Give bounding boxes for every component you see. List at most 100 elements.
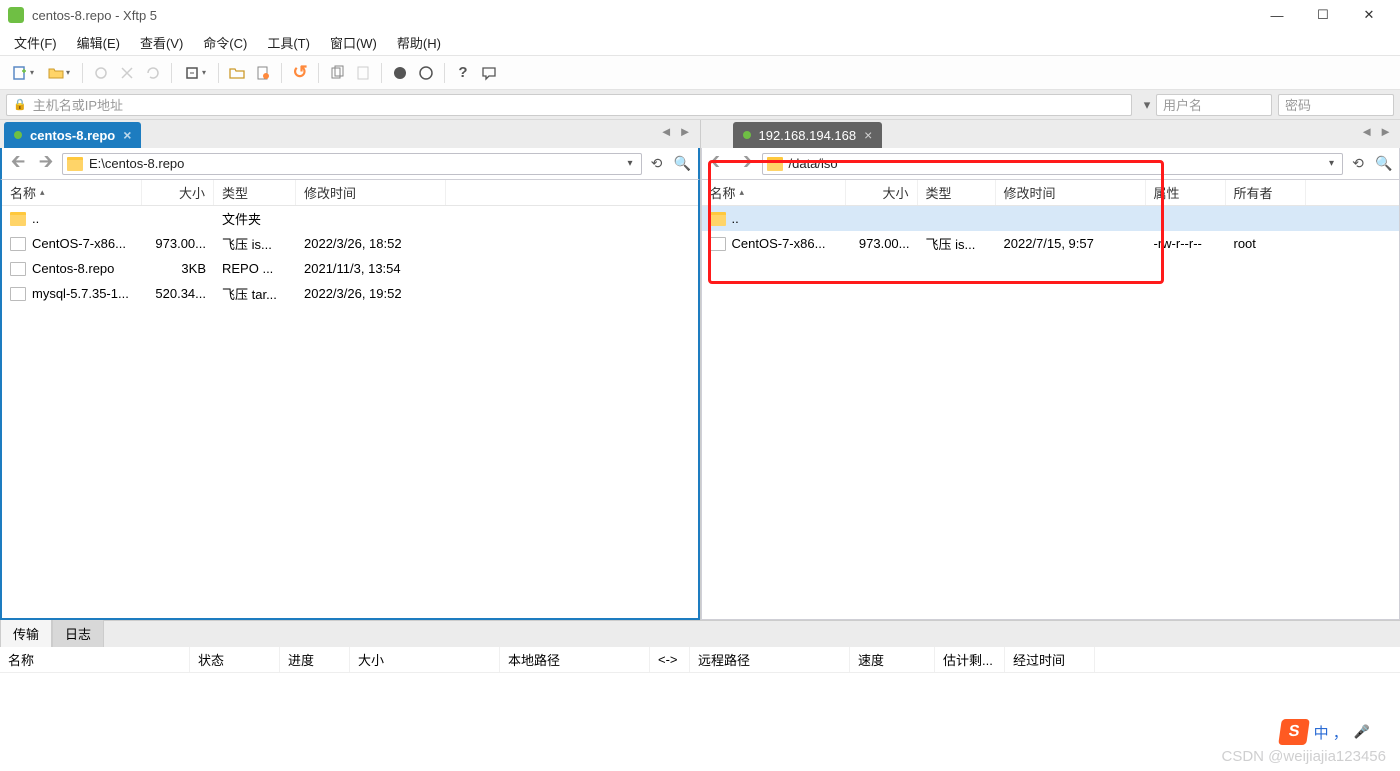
bcol-remotepath[interactable]: 远程路径: [690, 647, 850, 672]
search-button[interactable]: 🔍: [672, 153, 694, 175]
minimize-button[interactable]: —: [1254, 0, 1300, 30]
col-type[interactable]: 类型: [918, 180, 996, 205]
col-name[interactable]: 名称▴: [702, 180, 846, 205]
menu-file[interactable]: 文件(F): [4, 30, 67, 55]
remote-path-input[interactable]: /data/iso ▾: [762, 153, 1344, 175]
new-file-button[interactable]: [251, 61, 275, 85]
menu-command[interactable]: 命令(C): [193, 30, 257, 55]
disconnect-button[interactable]: [115, 61, 139, 85]
transfer-list[interactable]: [0, 673, 1400, 733]
password-input[interactable]: 密码: [1278, 94, 1394, 116]
sync-view-button[interactable]: ⟲: [646, 153, 668, 175]
col-size[interactable]: 大小: [846, 180, 918, 205]
file-type: 飞压 is...: [214, 234, 296, 253]
back-button[interactable]: 🡰: [706, 152, 730, 176]
file-icon: [10, 237, 26, 251]
connect-button[interactable]: [89, 61, 113, 85]
transfer-button[interactable]: [178, 61, 212, 85]
tab-close-icon[interactable]: ×: [123, 127, 131, 143]
file-icon: [710, 237, 726, 251]
maximize-button[interactable]: ☐: [1300, 0, 1346, 30]
back-button[interactable]: 🡰: [6, 152, 30, 176]
local-file-list[interactable]: 名称▴ 大小 类型 修改时间 ..文件夹CentOS-7-x86...973.0…: [0, 180, 700, 620]
tab-close-icon[interactable]: ×: [864, 127, 872, 143]
tab-prev-icon[interactable]: ◄: [1360, 124, 1373, 139]
file-row[interactable]: CentOS-7-x86...973.00...飞压 is...2022/7/1…: [702, 231, 1400, 256]
app-logo-icon: [8, 7, 24, 23]
local-tab[interactable]: centos-8.repo ×: [4, 122, 141, 148]
menu-tools[interactable]: 工具(T): [257, 30, 320, 55]
path-dropdown-icon[interactable]: ▾: [623, 158, 636, 169]
menu-window[interactable]: 窗口(W): [320, 30, 387, 55]
open-button[interactable]: [42, 61, 76, 85]
col-name[interactable]: 名称▴: [2, 180, 142, 205]
bcol-direction[interactable]: <->: [650, 647, 690, 672]
local-path-text: E:\centos-8.repo: [89, 156, 617, 171]
file-row[interactable]: ..文件夹: [2, 206, 698, 231]
new-folder-button[interactable]: [225, 61, 249, 85]
transfer-panel: 传输 日志 名称 状态 进度 大小 本地路径 <-> 远程路径 速度 估计剩..…: [0, 620, 1400, 733]
sync-view-button[interactable]: ⟲: [1347, 153, 1369, 175]
file-row[interactable]: mysql-5.7.35-1...520.34...飞压 tar...2022/…: [2, 281, 698, 306]
paste-button[interactable]: [351, 61, 375, 85]
help-button[interactable]: ?: [451, 61, 475, 85]
bcol-progress[interactable]: 进度: [280, 647, 350, 672]
col-size[interactable]: 大小: [142, 180, 214, 205]
host-input[interactable]: 🔒 主机名或IP地址: [6, 94, 1132, 116]
local-pane: centos-8.repo × ◄ ► 🡰 🡲 E:\centos-8.repo …: [0, 120, 701, 620]
path-dropdown-icon[interactable]: ▾: [1325, 158, 1338, 169]
forward-button[interactable]: 🡲: [34, 152, 58, 176]
col-mtime[interactable]: 修改时间: [996, 180, 1146, 205]
col-attr[interactable]: 属性: [1146, 180, 1226, 205]
tab-next-icon[interactable]: ►: [1379, 124, 1392, 139]
menu-edit[interactable]: 编辑(E): [67, 30, 130, 55]
menu-help[interactable]: 帮助(H): [387, 30, 451, 55]
file-size: 3KB: [142, 261, 214, 276]
tab-next-icon[interactable]: ►: [679, 124, 692, 139]
col-owner[interactable]: 所有者: [1226, 180, 1306, 205]
new-button[interactable]: [6, 61, 40, 85]
reconnect-button[interactable]: [141, 61, 165, 85]
tab-transfer[interactable]: 传输: [0, 619, 52, 647]
menu-view[interactable]: 查看(V): [130, 30, 193, 55]
local-tab-label: centos-8.repo: [30, 128, 115, 143]
bcol-elapsed[interactable]: 经过时间: [1005, 647, 1095, 672]
feedback-button[interactable]: [477, 61, 501, 85]
bcol-status[interactable]: 状态: [190, 647, 280, 672]
tab-log[interactable]: 日志: [52, 619, 104, 647]
address-bar: 🔒 主机名或IP地址 ▾ 用户名 密码: [0, 90, 1400, 120]
col-mtime[interactable]: 修改时间: [296, 180, 446, 205]
local-button[interactable]: [414, 61, 438, 85]
file-row[interactable]: Centos-8.repo3KBREPO ...2021/11/3, 13:54: [2, 256, 698, 281]
tab-prev-icon[interactable]: ◄: [660, 124, 673, 139]
file-owner: root: [1226, 236, 1306, 251]
file-mtime: 2022/7/15, 9:57: [996, 236, 1146, 251]
close-button[interactable]: ✕: [1346, 0, 1392, 30]
bcol-size[interactable]: 大小: [350, 647, 500, 672]
search-button[interactable]: 🔍: [1373, 153, 1395, 175]
remote-button[interactable]: [388, 61, 412, 85]
col-type[interactable]: 类型: [214, 180, 296, 205]
file-row[interactable]: ..: [702, 206, 1400, 231]
username-input[interactable]: 用户名: [1156, 94, 1272, 116]
file-type: 飞压 tar...: [214, 284, 296, 303]
status-dot-icon: [14, 131, 22, 139]
remote-tab[interactable]: 192.168.194.168 ×: [733, 122, 883, 148]
remote-file-list[interactable]: 名称▴ 大小 类型 修改时间 属性 所有者 ..CentOS-7-x86...9…: [701, 180, 1400, 620]
remote-tab-label: 192.168.194.168: [759, 128, 857, 143]
file-row[interactable]: CentOS-7-x86...973.00...飞压 is...2022/3/2…: [2, 231, 698, 256]
host-dropdown[interactable]: ▾: [1138, 97, 1156, 113]
bottom-tabs: 传输 日志: [0, 621, 1400, 647]
sync-button[interactable]: ↺: [288, 61, 312, 85]
sort-asc-icon: ▴: [740, 187, 745, 198]
bcol-speed[interactable]: 速度: [850, 647, 935, 672]
bcol-eta[interactable]: 估计剩...: [935, 647, 1005, 672]
forward-button[interactable]: 🡲: [734, 152, 758, 176]
bcol-name[interactable]: 名称: [0, 647, 190, 672]
file-size: 973.00...: [846, 236, 918, 251]
remote-pane: 192.168.194.168 × ◄ ► 🡰 🡲 /data/iso ▾ ⟲ 🔍…: [701, 120, 1400, 620]
ime-logo-icon: S: [1278, 719, 1310, 745]
bcol-localpath[interactable]: 本地路径: [500, 647, 650, 672]
copy-button[interactable]: [325, 61, 349, 85]
local-path-input[interactable]: E:\centos-8.repo ▾: [62, 153, 642, 175]
